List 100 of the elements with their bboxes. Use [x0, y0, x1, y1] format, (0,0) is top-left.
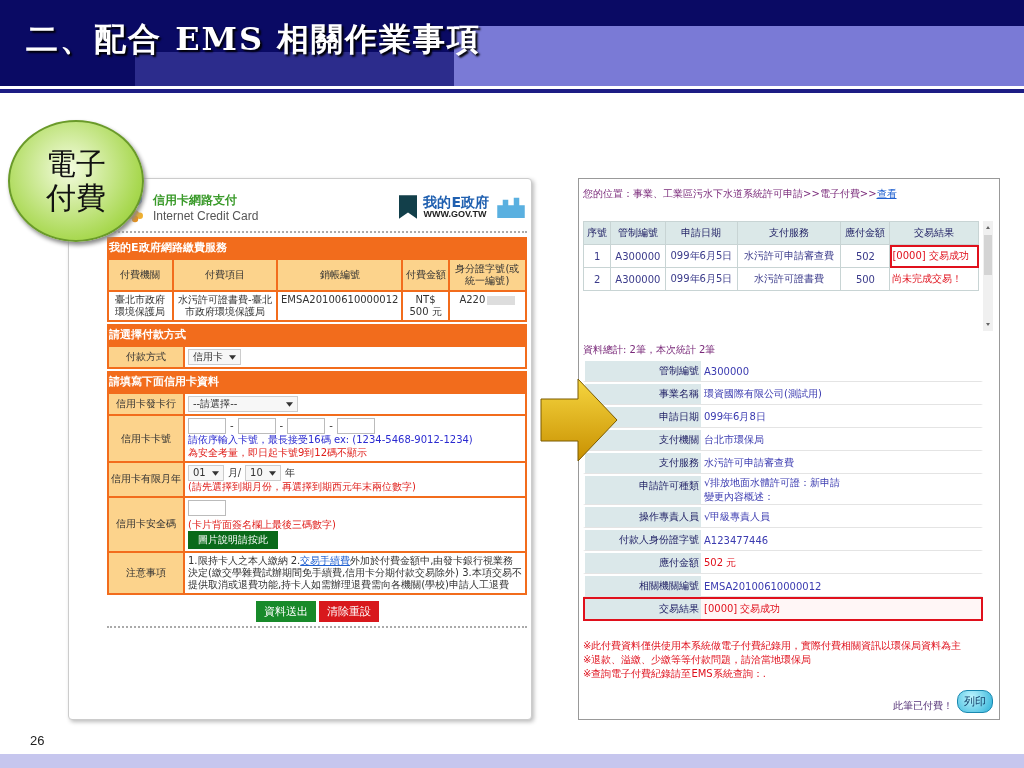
- field-label: 注意事項: [108, 552, 184, 594]
- detail-label: 相關機關編號: [585, 576, 701, 596]
- hint-text: 請依序輸入卡號，最長接受16碼 ex: (1234-5468-9012-1234): [188, 434, 474, 447]
- brand-title: 信用卡網路支付: [153, 191, 238, 209]
- card-number-field[interactable]: [336, 418, 375, 434]
- caret-icon: [268, 470, 276, 476]
- table-cell: 1: [583, 244, 611, 268]
- detail-value: EMSA20100610000012: [704, 580, 822, 592]
- table-cell: 水污許可申請審查費: [737, 244, 841, 268]
- caret-icon: [286, 401, 293, 407]
- portal-url: WWW.GOV.TW: [423, 209, 488, 219]
- result-cell: 尚未完成交易！: [889, 267, 979, 291]
- building-icon: [495, 196, 527, 218]
- page-number: 26: [30, 733, 45, 748]
- hint-text: (卡片背面簽名欄上最後三碼數字): [188, 518, 337, 531]
- separator-text: -: [279, 420, 284, 432]
- breadcrumb: 您的位置：事業、工業區污水下水道系統許可申請>>電子付費>>查看: [583, 187, 898, 201]
- detail-value: 台北市環保局: [704, 433, 764, 447]
- table-cell: A220: [448, 291, 526, 321]
- table-cell: 099年6月5日: [665, 267, 738, 291]
- notice-text: ※查詢電子付費紀錄請至EMS系統查詢：.: [583, 667, 767, 681]
- table-cell: 2: [583, 267, 611, 291]
- payment-method-select[interactable]: 信用卡: [188, 349, 241, 365]
- detail-value: [0000] 交易成功: [704, 602, 781, 616]
- detail-label: 管制編號: [585, 361, 701, 381]
- table-cell: 水污許可證書費-臺北市政府環境保護局: [172, 291, 278, 321]
- bank-select[interactable]: --請選擇--: [188, 396, 298, 412]
- warning-text: 為安全考量，即日起卡號9到12碼不顯示: [188, 446, 369, 459]
- result-cell: [0000] 交易成功: [889, 244, 979, 268]
- submit-button[interactable]: 資料送出: [255, 601, 316, 622]
- year-select[interactable]: 10: [245, 465, 281, 481]
- detail-value: A123477446: [704, 534, 769, 546]
- detail-value: 099年6月8日: [704, 410, 766, 424]
- detail-label: 事業名稱: [585, 384, 701, 404]
- notes-text: 1.限持卡人之本人繳納 2.交易手續費外加於付費金額中,由發卡銀行視業務決定(繳交學雜費試辦期間免手續費,信用卡分期付款交易除外) 3.本項交易不提供取消或退費功能,持卡人如需辦理退費需向各機關(學校)申請人工退費: [188, 555, 522, 591]
- notice-text: ※退款、溢繳、少繳等等付款問題，請洽當地環保局: [583, 653, 813, 667]
- separator-text: -: [230, 420, 234, 432]
- redaction-mark: [487, 295, 516, 305]
- section-heading: 我的E政府網路繳費服務: [107, 237, 527, 258]
- column-header: 交易結果: [889, 221, 979, 245]
- notice-text: ※此付費資料僅供使用本系統做電子付費紀錄用，實際付費相關資訊以環保局資料為主: [583, 639, 963, 653]
- table-cell: A300000: [610, 244, 666, 268]
- table-cell: 臺北市政府環境保護局: [108, 291, 173, 321]
- detail-label: 付款人身份證字號: [585, 530, 701, 550]
- reset-button[interactable]: 清除重設: [318, 601, 379, 622]
- column-header: 申請日期: [665, 221, 738, 245]
- image-help-button[interactable]: 圖片說明請按此: [188, 531, 278, 549]
- detail-value: 變更內容概述：: [704, 490, 775, 504]
- column-header: 付費項目: [172, 259, 278, 291]
- detail-label: 應付金額: [585, 553, 701, 573]
- column-header: 支付服務: [737, 221, 841, 245]
- table-cell: 水污許可證書費: [737, 267, 841, 291]
- month-select[interactable]: 01: [188, 465, 224, 481]
- fee-link[interactable]: 交易手續費: [300, 555, 351, 566]
- field-label: 付款方式: [108, 346, 184, 368]
- caret-icon: [229, 354, 236, 360]
- unit-text: 年: [284, 467, 295, 479]
- field-label: 信用卡有限月年: [108, 462, 184, 497]
- section-heading: 請填寫下面信用卡資料: [107, 371, 527, 392]
- detail-value: √甲級專責人員: [704, 510, 771, 524]
- bookmark-icon: [399, 195, 418, 219]
- detail-label: 申請許可種類: [585, 476, 701, 504]
- paid-note: 此筆已付費！: [893, 699, 953, 713]
- table-cell: 500: [841, 267, 890, 291]
- brand-subtitle: Internet Credit Card: [153, 208, 259, 223]
- field-label: 信用卡安全碼: [108, 496, 184, 552]
- column-header: 身分證字號(或統一編號): [448, 259, 526, 291]
- security-code-field[interactable]: [188, 499, 226, 516]
- detail-value: 水污許可申請審查費: [704, 456, 794, 470]
- column-header: 應付金額: [841, 221, 890, 245]
- detail-value: A300000: [704, 365, 749, 377]
- unit-text: 月/: [227, 467, 242, 479]
- detail-value: √排放地面水體許可證：新申請: [704, 476, 841, 490]
- column-header: 序號: [583, 221, 611, 245]
- column-header: 付費金額: [402, 259, 449, 291]
- print-button[interactable]: 列印: [957, 690, 993, 713]
- caret-icon: [211, 470, 219, 476]
- field-label: 信用卡發卡行: [108, 393, 184, 415]
- view-link[interactable]: 查看: [876, 188, 897, 199]
- section-heading: 請選擇付款方式: [107, 324, 527, 345]
- summary-text: 資料總計: 2筆，本次統計 2筆: [583, 343, 717, 357]
- detail-label: 交易結果: [585, 599, 701, 619]
- arrow-icon: [540, 378, 618, 462]
- portal-name: 我的E政府: [423, 195, 489, 209]
- detail-value: 502 元: [704, 556, 737, 570]
- table-cell: EMSA20100610000012: [277, 291, 403, 321]
- separator-text: -: [329, 420, 333, 432]
- card-number-field[interactable]: [287, 418, 326, 434]
- table-cell: A300000: [610, 267, 666, 291]
- field-label: 信用卡卡號: [108, 415, 184, 462]
- table-cell: 099年6月5日: [665, 244, 738, 268]
- detail-label: 操作專責人員: [585, 507, 701, 527]
- card-number-field[interactable]: [188, 418, 226, 434]
- badge-text: 電子付費: [46, 146, 106, 216]
- column-header: 付費機關: [108, 259, 173, 291]
- detail-label: 支付服務: [585, 453, 701, 473]
- detail-value: 環資國際有限公司(測試用): [704, 387, 822, 401]
- column-header: 銷帳編號: [277, 259, 403, 291]
- table-cell: 502: [841, 244, 890, 268]
- card-number-field[interactable]: [237, 418, 276, 434]
